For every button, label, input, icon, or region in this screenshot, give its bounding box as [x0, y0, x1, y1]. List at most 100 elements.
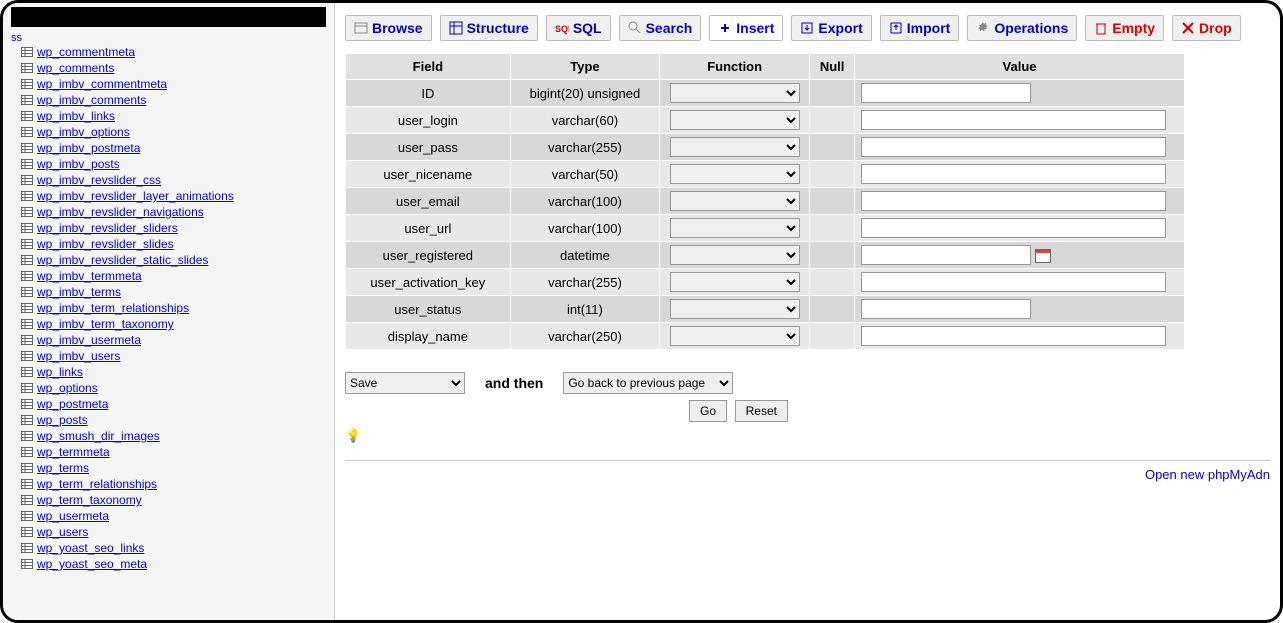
save-select[interactable]: Save — [345, 372, 465, 394]
table-item[interactable]: wp_imbv_revslider_slides — [11, 236, 326, 252]
table-icon — [21, 558, 33, 570]
bulb-icon[interactable]: 💡 — [345, 428, 359, 442]
table-item[interactable]: wp_imbv_links — [11, 108, 326, 124]
table-icon — [21, 318, 33, 330]
field-name: user_nicename — [346, 161, 511, 188]
tab-search[interactable]: Search — [619, 15, 702, 41]
function-select[interactable] — [670, 164, 800, 184]
table-item[interactable]: wp_users — [11, 524, 326, 540]
table-item[interactable]: wp_imbv_posts — [11, 156, 326, 172]
value-input[interactable] — [861, 272, 1166, 292]
field-type: varchar(255) — [510, 134, 659, 161]
table-item[interactable]: wp_yoast_seo_meta — [11, 556, 326, 572]
function-select[interactable] — [670, 110, 800, 130]
table-item[interactable]: wp_usermeta — [11, 508, 326, 524]
function-select[interactable] — [670, 245, 800, 265]
function-select[interactable] — [670, 191, 800, 211]
tab-insert[interactable]: Insert — [709, 15, 783, 41]
table-item[interactable]: wp_termmeta — [11, 444, 326, 460]
table-item[interactable]: wp_imbv_terms — [11, 284, 326, 300]
table-item[interactable]: wp_imbv_revslider_static_slides — [11, 252, 326, 268]
header-null: Null — [810, 54, 855, 80]
function-select[interactable] — [670, 326, 800, 346]
table-icon — [21, 94, 33, 106]
table-item[interactable]: wp_term_taxonomy — [11, 492, 326, 508]
table-item[interactable]: wp_imbv_term_taxonomy — [11, 316, 326, 332]
tab-export[interactable]: Export — [791, 15, 871, 41]
table-label: wp_imbv_revslider_sliders — [37, 220, 178, 236]
reset-button[interactable]: Reset — [735, 400, 788, 422]
value-input[interactable] — [861, 83, 1031, 103]
value-input[interactable] — [861, 110, 1166, 130]
function-select[interactable] — [670, 137, 800, 157]
insert-form-table: Field Type Function Null Value IDbigint(… — [345, 53, 1185, 350]
tab-operations[interactable]: Operations — [967, 15, 1077, 41]
table-item[interactable]: wp_imbv_revslider_sliders — [11, 220, 326, 236]
table-item[interactable]: wp_imbv_revslider_layer_animations — [11, 188, 326, 204]
tab-structure[interactable]: Structure — [440, 15, 538, 41]
browse-icon — [354, 21, 368, 35]
table-item[interactable]: wp_comments — [11, 60, 326, 76]
table-icon — [21, 286, 33, 298]
value-input[interactable] — [861, 299, 1031, 319]
function-select[interactable] — [670, 218, 800, 238]
table-item[interactable]: wp_imbv_revslider_navigations — [11, 204, 326, 220]
calendar-icon[interactable] — [1035, 249, 1051, 263]
table-icon — [21, 238, 33, 250]
tab-label: Drop — [1199, 20, 1232, 36]
tab-label: Operations — [994, 20, 1068, 36]
value-input[interactable] — [861, 164, 1166, 184]
table-item[interactable]: wp_imbv_postmeta — [11, 140, 326, 156]
table-item[interactable]: wp_terms — [11, 460, 326, 476]
table-item[interactable]: wp_yoast_seo_links — [11, 540, 326, 556]
form-row: user_nicenamevarchar(50) — [346, 161, 1185, 188]
table-icon — [21, 478, 33, 490]
table-item[interactable]: wp_options — [11, 380, 326, 396]
form-row: user_passvarchar(255) — [346, 134, 1185, 161]
field-type: varchar(255) — [510, 269, 659, 296]
table-label: wp_imbv_comments — [37, 92, 146, 108]
table-label: wp_users — [37, 524, 88, 540]
table-item[interactable]: wp_imbv_options — [11, 124, 326, 140]
function-select[interactable] — [670, 272, 800, 292]
value-input[interactable] — [861, 137, 1166, 157]
tab-label: SQL — [573, 20, 602, 36]
table-item[interactable]: wp_imbv_comments — [11, 92, 326, 108]
tab-drop[interactable]: Drop — [1172, 15, 1241, 41]
table-item[interactable]: wp_imbv_commentmeta — [11, 76, 326, 92]
table-item[interactable]: wp_imbv_usermeta — [11, 332, 326, 348]
table-item[interactable]: wp_links — [11, 364, 326, 380]
then-select[interactable]: Go back to previous page — [563, 372, 733, 394]
value-input[interactable] — [861, 245, 1031, 265]
table-icon — [21, 334, 33, 346]
tab-import[interactable]: Import — [880, 15, 960, 41]
tab-bar: Browse Structure SQL SQL Search Insert Export I… — [345, 15, 1270, 41]
table-item[interactable]: wp_imbv_users — [11, 348, 326, 364]
tab-label: Export — [818, 20, 862, 36]
table-item[interactable]: wp_imbv_term_relationships — [11, 300, 326, 316]
table-item[interactable]: wp_imbv_revslider_css — [11, 172, 326, 188]
value-input[interactable] — [861, 326, 1166, 346]
form-row: user_urlvarchar(100) — [346, 215, 1185, 242]
table-item[interactable]: wp_term_relationships — [11, 476, 326, 492]
table-item[interactable]: wp_smush_dir_images — [11, 428, 326, 444]
function-select[interactable] — [670, 299, 800, 319]
table-item[interactable]: wp_imbv_termmeta — [11, 268, 326, 284]
null-cell — [810, 161, 855, 188]
table-item[interactable]: wp_commentmeta — [11, 44, 326, 60]
tab-sql[interactable]: SQL SQL — [546, 15, 611, 41]
table-item[interactable]: wp_posts — [11, 412, 326, 428]
table-label: wp_imbv_posts — [37, 156, 120, 172]
tab-empty[interactable]: Empty — [1085, 15, 1164, 41]
go-button[interactable]: Go — [689, 400, 727, 422]
tab-browse[interactable]: Browse — [345, 15, 432, 41]
table-icon — [21, 174, 33, 186]
value-input[interactable] — [861, 191, 1166, 211]
function-select[interactable] — [670, 83, 800, 103]
table-item[interactable]: wp_postmeta — [11, 396, 326, 412]
svg-text:SQL: SQL — [555, 24, 569, 34]
field-type: varchar(250) — [510, 323, 659, 350]
footer-link[interactable]: Open new phpMyAdn — [345, 460, 1270, 482]
table-icon — [21, 494, 33, 506]
value-input[interactable] — [861, 218, 1166, 238]
